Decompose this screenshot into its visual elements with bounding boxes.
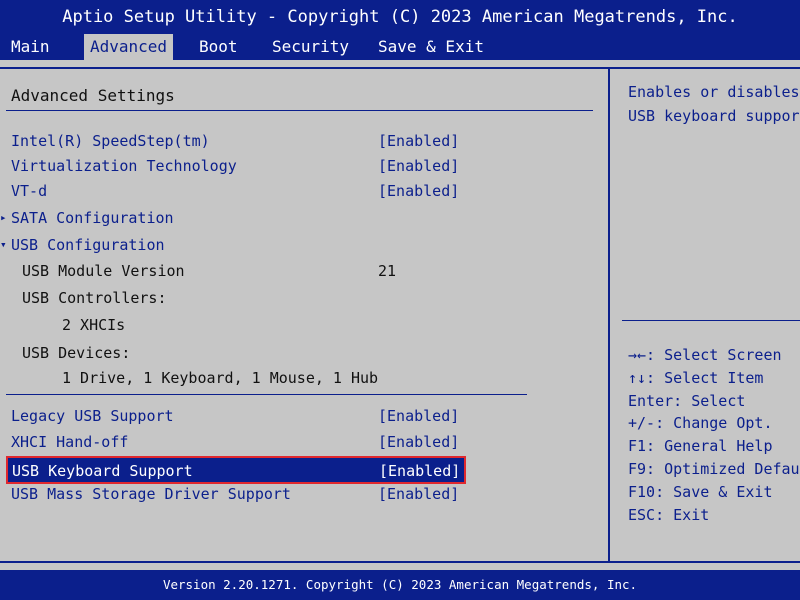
key-help-change-opt: +/-: Change Opt. (628, 414, 773, 433)
setting-speedstep-label[interactable]: Intel(R) SpeedStep(tm) (11, 131, 210, 151)
window-title: Aptio Setup Utility - Copyright (C) 2023… (0, 0, 800, 34)
key-help-f1: F1: General Help (628, 437, 773, 456)
usb-section-divider (6, 394, 527, 395)
tab-main[interactable]: Main (11, 34, 50, 60)
usb-controllers-label: USB Controllers: (22, 289, 167, 307)
setting-vtd-label[interactable]: VT-d (11, 181, 47, 201)
usb-module-version-label: USB Module Version (22, 262, 185, 280)
key-help-f10: F10: Save & Exit (628, 482, 773, 501)
setting-usb-mass-storage-label[interactable]: USB Mass Storage Driver Support (11, 484, 291, 504)
setting-usb-mass-storage-value[interactable]: [Enabled] (378, 484, 459, 504)
setting-usb-keyboard-value[interactable]: [Enabled] (379, 461, 460, 481)
selected-setting-row[interactable]: USB Keyboard Support [Enabled] (6, 456, 466, 484)
usb-devices-value: 1 Drive, 1 Keyboard, 1 Mouse, 1 Hub (62, 369, 379, 387)
usb-module-version-value: 21 (378, 262, 397, 280)
panel-divider (608, 67, 610, 563)
key-help-esc: ESC: Exit (628, 505, 710, 524)
key-help-f9: F9: Optimized Defaults (628, 460, 800, 478)
tab-boot[interactable]: Boot (199, 34, 238, 60)
submenu-sata-configuration[interactable]: SATA Configuration (11, 208, 174, 228)
tab-advanced[interactable]: Advanced (84, 34, 174, 60)
setting-virtualization-value[interactable]: [Enabled] (378, 156, 459, 176)
setting-usb-keyboard-label[interactable]: USB Keyboard Support (12, 461, 193, 481)
help-text-line-1: Enables or disables (628, 83, 800, 101)
key-help-select-item: ↑↓: Select Item (628, 368, 764, 387)
setting-virtualization-label[interactable]: Virtualization Technology (11, 156, 237, 176)
setting-speedstep-value[interactable]: [Enabled] (378, 131, 459, 151)
setting-xhci-handoff-value[interactable]: [Enabled] (378, 432, 459, 452)
tab-bar: Main Advanced Boot Security Save & Exit (0, 34, 800, 60)
usb-devices-label: USB Devices: (22, 344, 131, 362)
section-title: Advanced Settings (11, 86, 175, 105)
submenu-arrow-icon: ▸ (0, 211, 7, 224)
key-help-select-screen: →←: Select Screen (628, 346, 782, 364)
submenu-usb-configuration[interactable]: USB Configuration (11, 235, 165, 255)
help-text-line-2: USB keyboard support. (628, 107, 800, 125)
setting-legacy-usb-label[interactable]: Legacy USB Support (11, 406, 174, 426)
setting-vtd-value[interactable]: [Enabled] (378, 181, 459, 201)
usb-controllers-value: 2 XHCIs (62, 316, 126, 334)
tab-save-exit[interactable]: Save & Exit (378, 34, 484, 60)
submenu-expanded-arrow-icon: ▾ (0, 238, 7, 251)
setting-xhci-handoff-label[interactable]: XHCI Hand-off (11, 432, 128, 452)
section-underline (6, 110, 593, 111)
tab-security[interactable]: Security (272, 34, 349, 60)
footer-version: Version 2.20.1271. Copyright (C) 2023 Am… (0, 570, 800, 600)
setting-legacy-usb-value[interactable]: [Enabled] (378, 406, 459, 426)
key-help-enter: Enter: Select (628, 391, 746, 410)
help-divider (622, 320, 800, 321)
